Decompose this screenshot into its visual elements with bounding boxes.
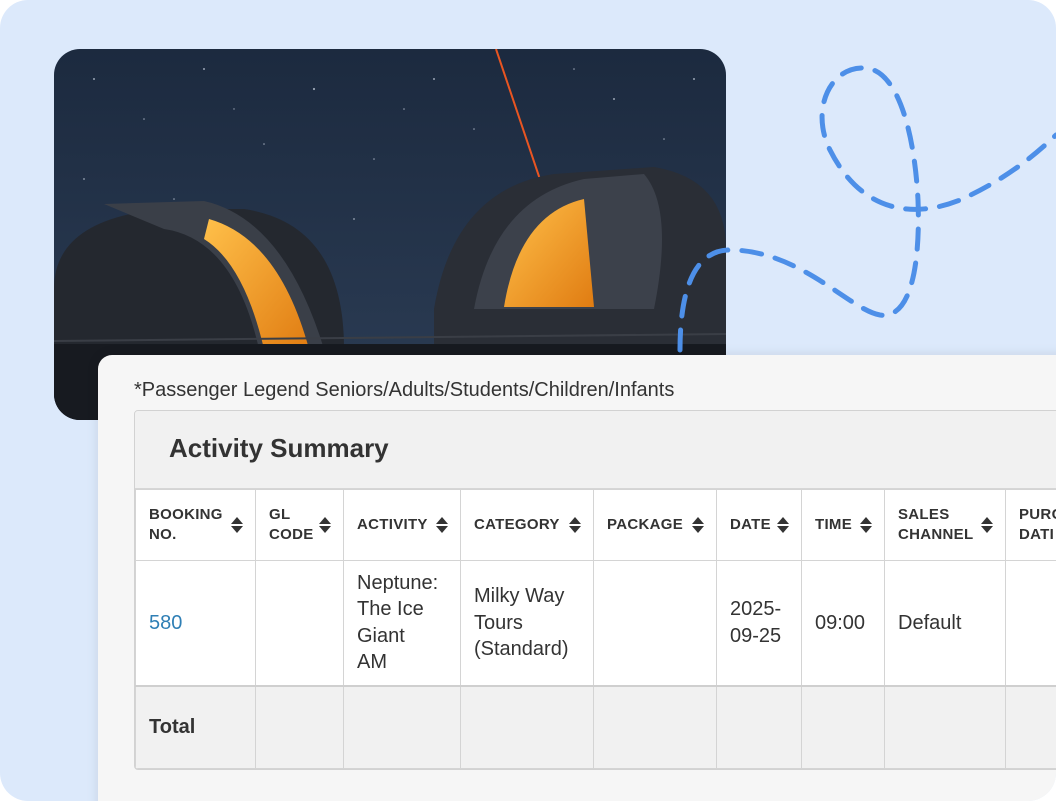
- total-cell: [801, 685, 885, 769]
- sort-icon[interactable]: [692, 516, 704, 534]
- total-cell: [1005, 685, 1056, 769]
- cell-activity: Neptune: The Ice Giant AM: [343, 560, 461, 687]
- col-gl-code[interactable]: GL CODE: [255, 489, 344, 561]
- card-title: Activity Summary: [135, 411, 1056, 489]
- passenger-legend: *Passenger Legend Seniors/Adults/Student…: [134, 379, 675, 401]
- col-purchase-date[interactable]: PURCDATI: [1005, 489, 1056, 561]
- background: *Passenger Legend Seniors/Adults/Student…: [0, 0, 1056, 801]
- sort-icon[interactable]: [319, 516, 331, 534]
- total-cell: [343, 685, 461, 769]
- col-sales-channel[interactable]: SALES CHANNEL: [884, 489, 1006, 561]
- cell-booking-no: 580: [135, 560, 256, 687]
- sort-icon[interactable]: [231, 516, 243, 534]
- total-label: Total: [135, 685, 256, 769]
- sort-icon[interactable]: [860, 516, 872, 534]
- sort-icon[interactable]: [436, 516, 448, 534]
- header-row: BOOKING NO. GL CODE ACTIVITY CATEGORY PACK…: [135, 489, 1056, 561]
- sort-icon[interactable]: [569, 516, 581, 534]
- col-category[interactable]: CATEGORY: [460, 489, 594, 561]
- total-cell: [884, 685, 1006, 769]
- booking-link[interactable]: 580: [149, 612, 182, 634]
- total-cell: [460, 685, 594, 769]
- col-date[interactable]: DATE: [716, 489, 802, 561]
- total-cell: [716, 685, 802, 769]
- report-panel: *Passenger Legend Seniors/Adults/Student…: [98, 355, 1056, 801]
- total-cell: [255, 685, 344, 769]
- decorative-dashed-loop: [677, 65, 1056, 353]
- col-package[interactable]: PACKAGE: [593, 489, 717, 561]
- cell-time: 09:00: [801, 560, 885, 687]
- col-activity[interactable]: ACTIVITY: [343, 489, 461, 561]
- cell-date: 2025- 09-25: [716, 560, 802, 687]
- total-cell: [593, 685, 717, 769]
- activity-summary-table: BOOKING NO. GL CODE ACTIVITY CATEGORY PACK…: [135, 489, 1056, 769]
- cell-sales-channel: Default: [884, 560, 1006, 687]
- cell-gl-code: [255, 560, 344, 687]
- col-time[interactable]: TIME: [801, 489, 885, 561]
- cell-category: Milky Way Tours (Standard): [460, 560, 594, 687]
- sort-icon[interactable]: [981, 516, 993, 534]
- sort-icon[interactable]: [777, 516, 789, 534]
- activity-summary-card: Activity Summary BOOKING NO. GL CODE ACTIV…: [134, 410, 1056, 770]
- table-row: 580 Neptune: The Ice Giant AM Milky Way …: [135, 560, 1056, 687]
- col-booking-no[interactable]: BOOKING NO.: [135, 489, 256, 561]
- cell-package: [593, 560, 717, 687]
- cell-purchase-date: 20 10: [1005, 560, 1056, 687]
- total-row: Total: [135, 685, 1056, 769]
